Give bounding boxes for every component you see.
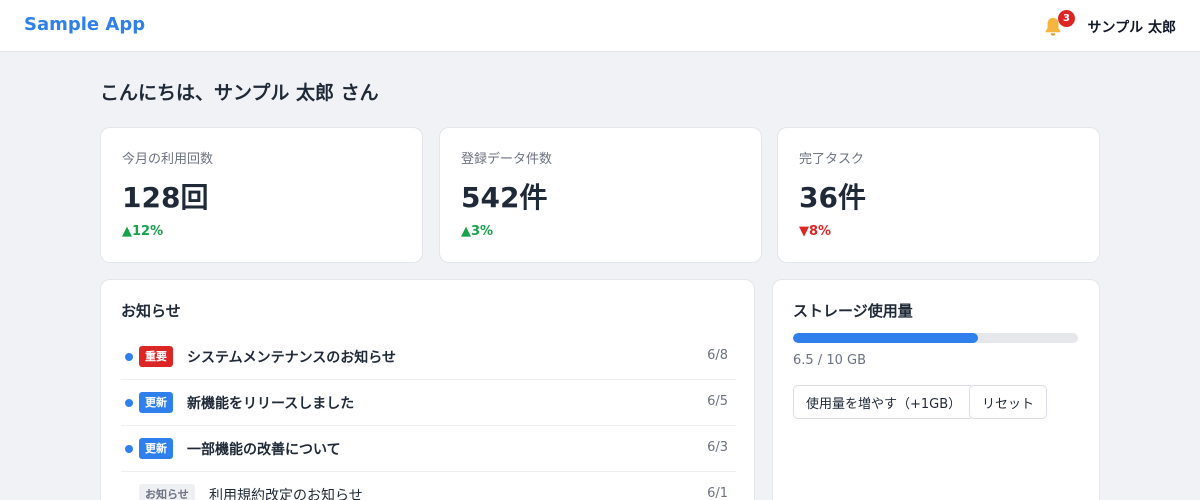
notification-button[interactable]: 3 (1042, 10, 1075, 40)
stat-card-usage: 今月の利用回数 128回 ▲12% (100, 127, 423, 263)
news-tag: 更新 (139, 392, 173, 413)
stat-label: 今月の利用回数 (122, 152, 214, 167)
increase-storage-button[interactable]: 使用量を増やす（+1GB） (793, 385, 975, 419)
news-item[interactable]: 重要 システムメンテナンスのお知らせ 6/8 (121, 334, 736, 380)
stat-change: ▼8% (799, 224, 832, 239)
stat-label: 登録データ件数 (461, 152, 553, 167)
stat-change: ▲3% (461, 224, 494, 239)
user-name[interactable]: サンプル 太郎 (1088, 17, 1176, 37)
unread-dot (125, 353, 133, 361)
news-item[interactable]: お知らせ 利用規約改定のお知らせ 6/1 (121, 472, 736, 500)
news-title: 新機能をリリースしました (187, 396, 355, 412)
news-date: 6/3 (707, 440, 728, 455)
news-title: システムメンテナンスのお知らせ (187, 350, 397, 366)
notification-count-badge: 3 (1058, 10, 1075, 27)
news-list: 重要 システムメンテナンスのお知らせ 6/8 更新 新機能をリリースしました 6… (121, 334, 736, 500)
news-title: 利用規約改定のお知らせ (209, 488, 363, 500)
news-date: 6/5 (707, 394, 728, 409)
news-title: 一部機能の改善について (187, 442, 341, 458)
news-item[interactable]: 更新 一部機能の改善について 6/3 (121, 426, 736, 472)
storage-card-title: ストレージ使用量 (793, 302, 913, 320)
stat-label: 完了タスク (799, 152, 865, 167)
news-tag: お知らせ (139, 484, 195, 500)
news-tag: 重要 (139, 346, 173, 367)
storage-card: ストレージ使用量 6.5 / 10 GB 使用量を増やす（+1GB） リセット (772, 279, 1100, 500)
news-card: お知らせ 重要 システムメンテナンスのお知らせ 6/8 更新 新機能をリリースし… (100, 279, 755, 500)
app-brand[interactable]: Sample App (24, 14, 145, 35)
stat-card-tasks: 完了タスク 36件 ▼8% (777, 127, 1100, 263)
news-card-title: お知らせ (121, 302, 181, 320)
reset-button[interactable]: リセット (969, 385, 1048, 419)
news-item[interactable]: 更新 新機能をリリースしました 6/5 (121, 380, 736, 426)
news-date: 6/1 (707, 486, 728, 500)
stat-value: 542件 (461, 181, 548, 214)
unread-dot (125, 445, 133, 453)
stat-value: 36件 (799, 181, 866, 214)
unread-dot (125, 399, 133, 407)
storage-progress-bar (793, 333, 1078, 343)
stat-change: ▲12% (122, 224, 164, 239)
top-bar: Sample App 3 サンプル 太郎 (0, 0, 1200, 52)
stat-value: 128回 (122, 181, 209, 214)
stat-card-records: 登録データ件数 542件 ▲3% (439, 127, 762, 263)
greeting-heading: こんにちは、サンプル 太郎 さん (100, 82, 379, 104)
news-date: 6/8 (707, 348, 728, 363)
news-tag: 更新 (139, 438, 173, 459)
storage-usage-text: 6.5 / 10 GB (793, 353, 866, 368)
storage-progress-fill (793, 333, 979, 343)
